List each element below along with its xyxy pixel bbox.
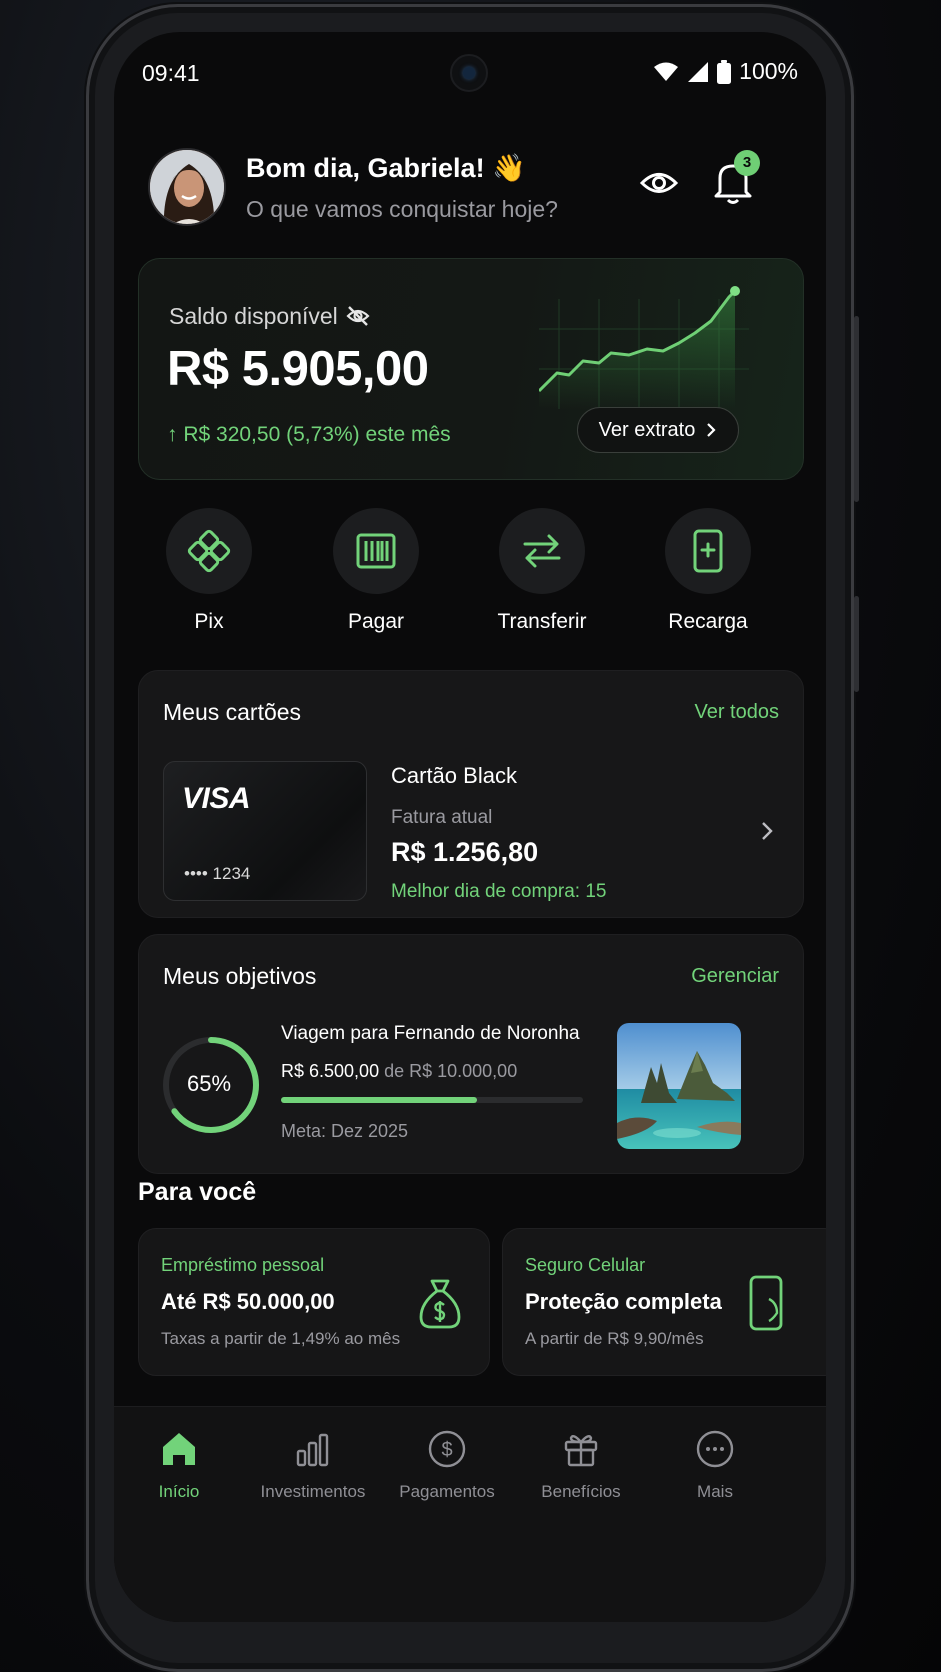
card-details-button[interactable] <box>757 817 777 845</box>
offer-title: Proteção completa <box>525 1289 722 1314</box>
eye-icon <box>639 173 679 193</box>
battery-level: 100% <box>739 58 798 84</box>
invoice-label: Fatura atual <box>391 807 493 828</box>
quick-action-circle <box>499 508 585 594</box>
show-balance-button[interactable] <box>636 160 682 206</box>
card-number: •••• 1234 <box>184 864 251 883</box>
pix-icon <box>187 529 231 573</box>
hide-balance-toggle[interactable] <box>345 303 371 329</box>
visa-logo: VISA <box>182 782 251 815</box>
balance-trend-chart <box>539 286 749 409</box>
offer-tag: Seguro Celular <box>525 1255 646 1275</box>
quick-action-transfer[interactable]: Transferir <box>492 508 592 634</box>
quick-action-pix[interactable]: Pix <box>159 508 259 634</box>
card-name: Cartão Black <box>391 763 517 788</box>
offer-title: Até R$ 50.000,00 <box>161 1289 335 1314</box>
more-icon <box>696 1430 734 1468</box>
for-you-title: Para você <box>138 1178 257 1206</box>
tab-benefits[interactable]: Benefícios <box>516 1429 646 1502</box>
quick-action-label: Pagar <box>347 610 405 633</box>
greeting-subtitle: O que vamos conquistar hoje? <box>246 196 558 222</box>
tab-label: Benefícios <box>541 1482 621 1501</box>
cards-panel: Meus cartões Ver todos VISA •••• 1234 Ca… <box>138 670 804 918</box>
home-icon <box>163 1433 195 1465</box>
front-camera <box>450 54 488 92</box>
notification-badge: 3 <box>734 150 760 176</box>
offer-subtitle: Taxas a partir de 1,49% ao mês <box>161 1329 401 1348</box>
avatar[interactable] <box>148 148 226 226</box>
offer-card-insurance[interactable]: Seguro Celular Proteção completa A parti… <box>502 1228 826 1376</box>
quick-action-pay[interactable]: Pagar <box>326 508 426 634</box>
avatar-photo <box>150 150 224 224</box>
status-time: 09:41 <box>142 60 200 86</box>
island-photo <box>617 1023 741 1149</box>
eye-off-icon <box>346 306 370 326</box>
gift-icon <box>564 1435 598 1467</box>
quick-action-label: Recarga <box>668 610 748 633</box>
signal-icon <box>688 61 709 82</box>
wifi-icon <box>654 62 679 81</box>
balance-change: ↑ R$ 320,50 (5,73%) este mês <box>167 423 451 446</box>
offer-subtitle: A partir de R$ 9,90/mês <box>525 1329 704 1348</box>
money-bag-icon <box>419 1279 461 1329</box>
app-screen: 09:41 100% Bom dia, Gabriela! 👋 O que va… <box>114 32 826 1622</box>
goal-deadline: Meta: Dez 2025 <box>281 1121 409 1141</box>
credit-card-image[interactable]: VISA •••• 1234 <box>163 761 367 901</box>
statement-button[interactable]: Ver extrato <box>577 407 739 453</box>
balance-card: Saldo disponível R$ 5.905,00 ↑ R$ 320,50… <box>138 258 804 480</box>
chevron-right-icon <box>762 822 773 840</box>
svg-text:$: $ <box>441 1439 452 1461</box>
quick-action-circle <box>333 508 419 594</box>
quick-action-label: Transferir <box>497 610 587 633</box>
cards-title: Meus cartões <box>163 699 302 725</box>
tab-label: Investimentos <box>260 1482 366 1501</box>
bottom-tab-bar: Início Investimentos $ Pagamentos Benefí… <box>114 1406 826 1622</box>
balance-value: R$ 5.905,00 <box>167 342 429 396</box>
manage-goals-link[interactable]: Gerenciar <box>691 965 779 988</box>
offer-card-loan[interactable]: Empréstimo pessoal Até R$ 50.000,00 Taxa… <box>138 1228 490 1376</box>
greeting: Bom dia, Gabriela! 👋 <box>246 153 526 183</box>
quick-action-circle <box>166 508 252 594</box>
transfer-icon <box>523 534 561 568</box>
side-button <box>854 316 859 502</box>
tab-more[interactable]: Mais <box>650 1429 780 1502</box>
side-button <box>854 596 859 692</box>
goal-progress-bar <box>281 1097 583 1103</box>
goal-target: de R$ 10.000,00 <box>384 1061 518 1081</box>
goals-title: Meus objetivos <box>163 963 317 989</box>
invoice-amount: R$ 1.256,80 <box>391 837 539 867</box>
quick-action-label: Pix <box>194 610 224 633</box>
balance-label: Saldo disponível <box>169 303 338 329</box>
tab-label: Pagamentos <box>399 1482 495 1501</box>
tab-label: Início <box>158 1482 200 1501</box>
quick-action-recharge[interactable]: Recarga <box>658 508 758 634</box>
goal-percent: 65% <box>186 1071 232 1096</box>
tab-investments[interactable]: Investimentos <box>248 1429 378 1502</box>
barcode-icon <box>356 533 396 569</box>
tab-payments[interactable]: $ Pagamentos <box>382 1429 512 1502</box>
view-all-cards-link[interactable]: Ver todos <box>694 701 779 724</box>
goals-panel: Meus objetivos Gerenciar 65% Viagem para… <box>138 934 804 1174</box>
battery-icon <box>717 59 732 84</box>
best-purchase-day: Melhor dia de compra: 15 <box>391 881 607 902</box>
tab-label: Mais <box>697 1482 733 1501</box>
status-indicators: 100% <box>653 58 798 85</box>
goal-progress-fill <box>281 1097 478 1103</box>
statement-button-label: Ver extrato <box>598 418 696 441</box>
tab-home[interactable]: Início <box>114 1429 244 1502</box>
goal-name[interactable]: Viagem para Fernando de Noronha <box>281 1023 580 1045</box>
offer-tag: Empréstimo pessoal <box>161 1255 325 1275</box>
goal-image[interactable] <box>617 1023 741 1149</box>
goal-amounts: R$ 6.500,00 de R$ 10.000,00 <box>281 1061 517 1082</box>
quick-action-circle <box>665 508 751 594</box>
phone-shield-icon <box>749 1275 783 1331</box>
chevron-right-icon <box>707 423 716 437</box>
phone-recharge-icon <box>693 529 723 573</box>
goal-saved: R$ 6.500,00 <box>281 1061 380 1081</box>
dollar-circle-icon: $ <box>428 1430 466 1468</box>
bar-chart-icon <box>296 1433 329 1467</box>
